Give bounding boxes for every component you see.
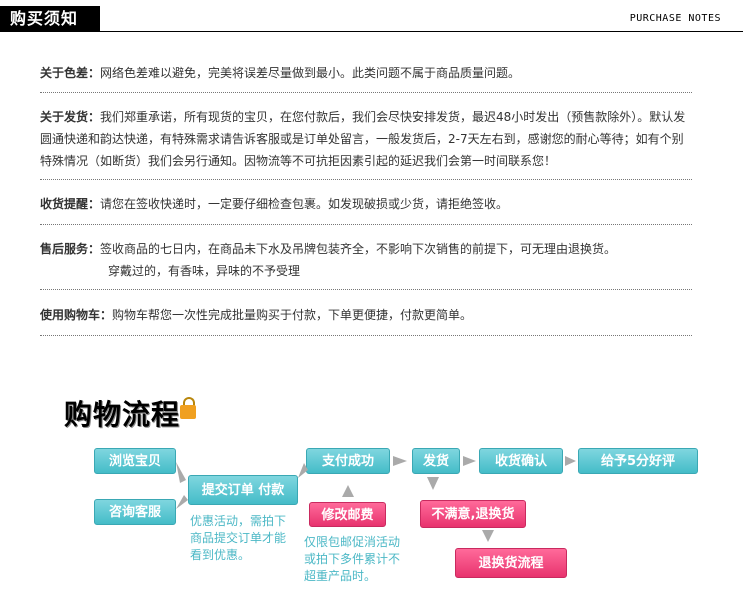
flow-arrows bbox=[176, 456, 576, 542]
arrow-pay-to-ship bbox=[393, 456, 407, 466]
arrow-modify-to-pay bbox=[342, 485, 354, 497]
arrow-confirm-to-rate bbox=[565, 456, 576, 466]
arrow-submit-to-pay bbox=[298, 463, 308, 478]
arrow-unhappy-to-return bbox=[482, 530, 494, 542]
arrow-browse-to-submit bbox=[176, 462, 186, 483]
arrow-consult-to-submit bbox=[176, 495, 188, 509]
arrow-ship-to-unhappy bbox=[427, 477, 439, 490]
arrow-ship-to-confirm bbox=[463, 456, 476, 466]
